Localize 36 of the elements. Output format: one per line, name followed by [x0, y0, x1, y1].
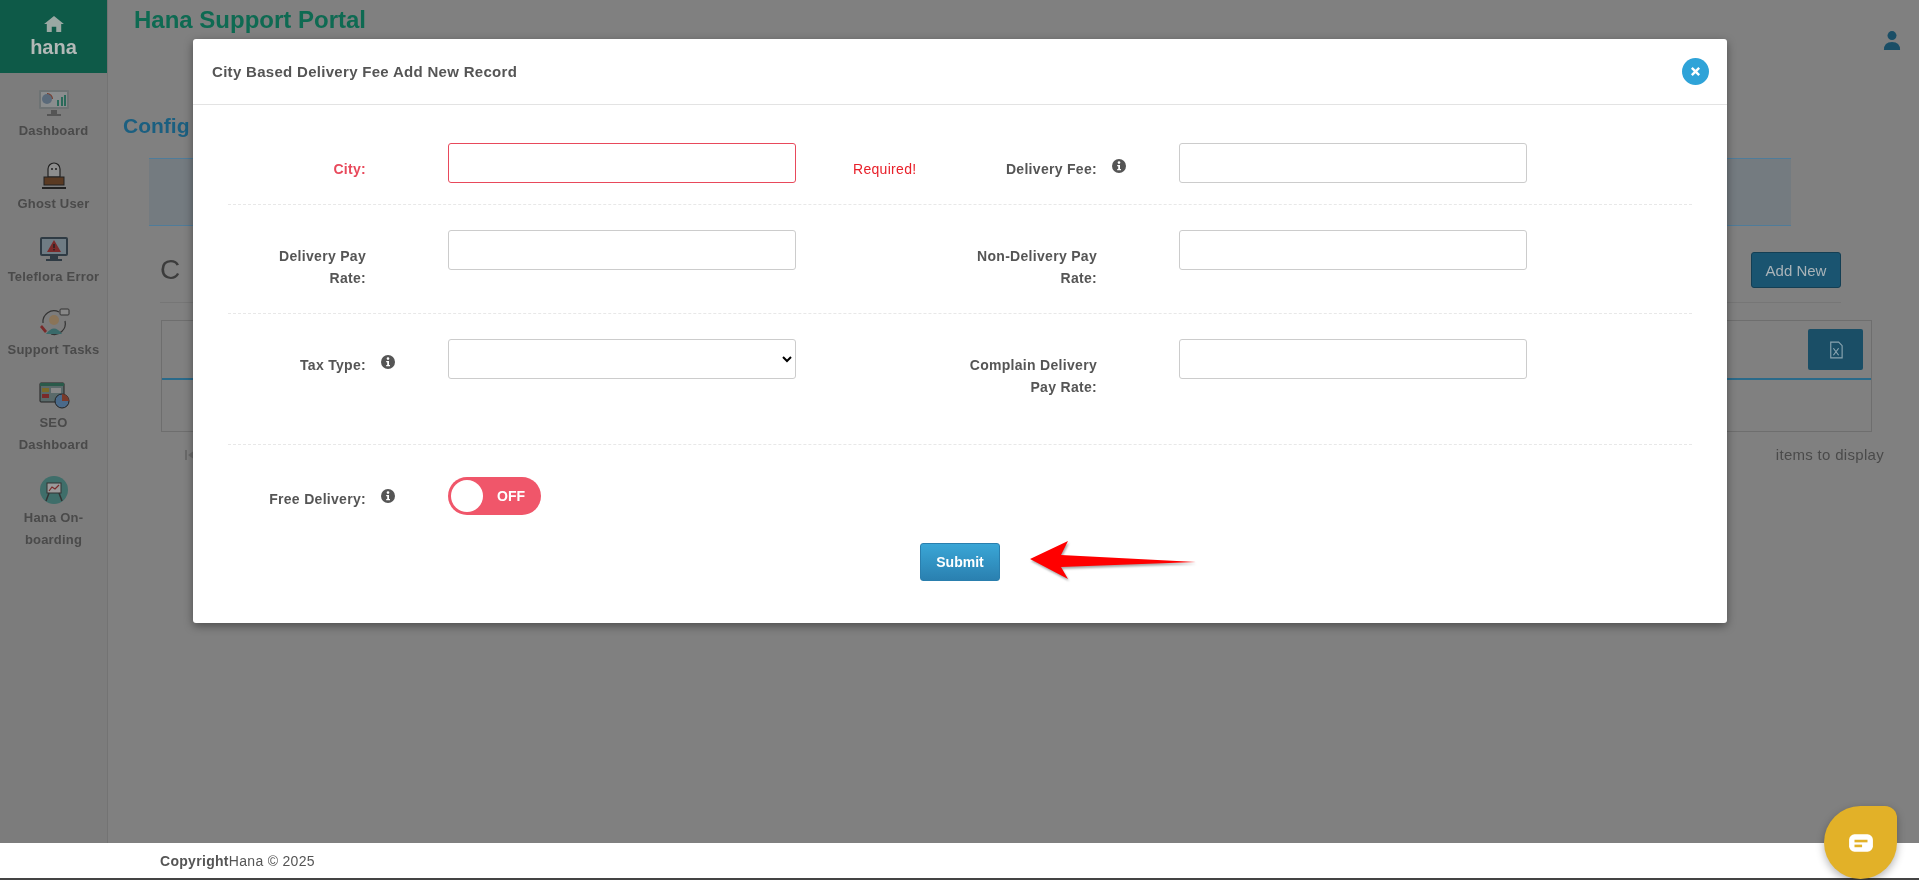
- close-icon: [1690, 66, 1701, 77]
- text-field[interactable]: [448, 143, 796, 183]
- field-label: Complain Delivery Pay Rate:: [968, 356, 1097, 397]
- submit-button[interactable]: Submit: [920, 543, 1000, 581]
- text-field[interactable]: [448, 230, 796, 270]
- info-icon[interactable]: [381, 355, 395, 369]
- info-icon[interactable]: [1112, 159, 1126, 173]
- toggle-switch[interactable]: OFF: [448, 477, 541, 515]
- user-icon[interactable]: [1883, 30, 1901, 52]
- monitor-chart-icon: [36, 88, 71, 118]
- select-field[interactable]: [448, 339, 796, 379]
- close-button[interactable]: [1682, 58, 1709, 85]
- portal-title: Hana Support Portal: [134, 6, 367, 34]
- section-title: C: [160, 253, 181, 287]
- field-label: Delivery Pay Rate:: [278, 247, 366, 288]
- file-icon: [1828, 340, 1843, 359]
- info-icon[interactable]: [381, 489, 395, 503]
- text-field[interactable]: [1179, 143, 1527, 183]
- page-title: Config: [123, 113, 190, 139]
- field-label: Delivery Fee:: [1005, 160, 1097, 179]
- field-label: Non-Delivery Pay Rate:: [976, 247, 1097, 288]
- text-field[interactable]: [1179, 339, 1527, 379]
- error-message: Required!: [853, 161, 917, 177]
- chat-icon: [1847, 832, 1874, 853]
- logo-block[interactable]: hana: [0, 0, 107, 73]
- field-label: City:: [333, 160, 366, 179]
- home-icon: [42, 14, 65, 33]
- text-field[interactable]: [1179, 230, 1527, 270]
- copyright-text: CopyrightHana © 2025: [160, 852, 315, 869]
- logo-text: hana: [30, 34, 77, 59]
- web-analytics-icon: [36, 380, 71, 410]
- modal-title: City Based Delivery Fee Add New Record: [212, 63, 518, 80]
- add-new-button[interactable]: Add New: [1751, 252, 1841, 288]
- field-label: Tax Type:: [300, 356, 366, 375]
- export-button[interactable]: [1808, 329, 1863, 370]
- field-label: Free Delivery:: [269, 490, 366, 509]
